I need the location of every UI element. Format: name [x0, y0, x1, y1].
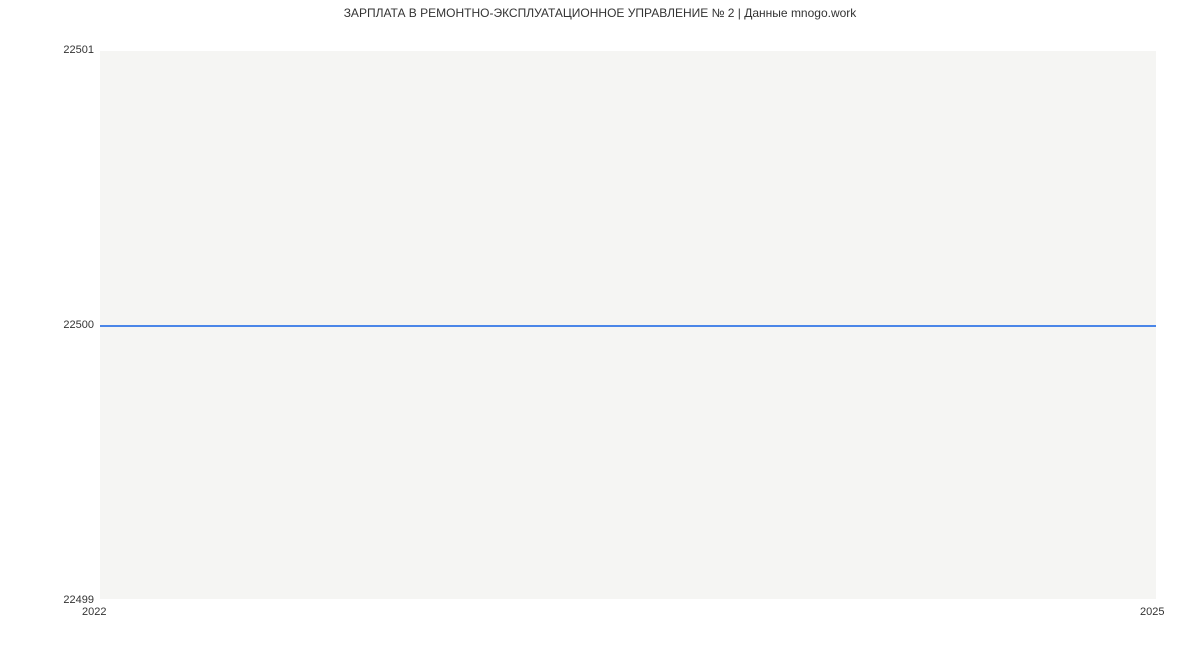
y-tick-label: 22499 [4, 594, 94, 606]
chart-title: ЗАРПЛАТА В РЕМОНТНО-ЭКСПЛУАТАЦИОННОЕ УПР… [0, 6, 1200, 20]
grid-line [100, 50, 1156, 51]
x-tick-label: 2022 [82, 606, 106, 618]
y-tick-label: 22500 [4, 319, 94, 331]
x-tick-label: 2025 [1140, 606, 1164, 618]
y-tick-label: 22501 [4, 44, 94, 56]
plot-area [100, 50, 1156, 600]
grid-line [100, 599, 1156, 600]
data-series-line [100, 325, 1156, 327]
